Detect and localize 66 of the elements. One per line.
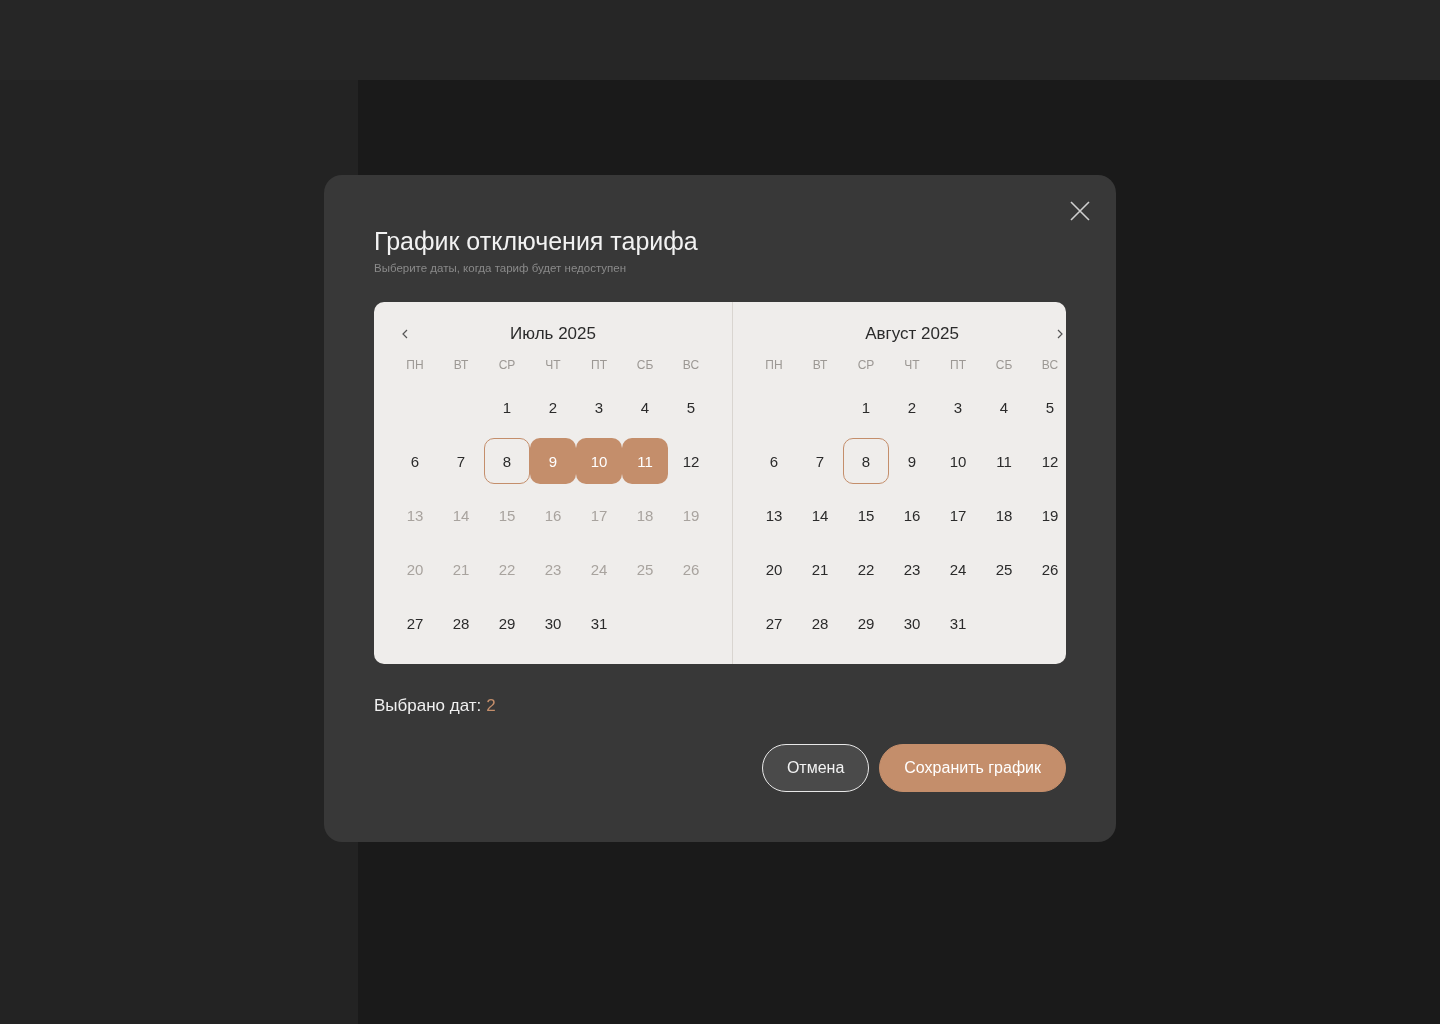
cancel-button[interactable]: Отмена: [761, 744, 870, 792]
calendar-day[interactable]: 11: [981, 438, 1027, 484]
weekday-label: ЧТ: [544, 358, 562, 372]
calendar-day[interactable]: 14: [797, 492, 843, 538]
calendar-day[interactable]: 26: [1027, 546, 1073, 592]
calendar-day[interactable]: 19: [1027, 492, 1073, 538]
selected-count: 2: [486, 696, 496, 716]
calendar-day[interactable]: 5: [1027, 384, 1073, 430]
weekday-label: ВС: [1040, 358, 1060, 372]
calendar-day[interactable]: 28: [438, 600, 484, 646]
calendar-day[interactable]: 30: [889, 600, 935, 646]
calendar-day[interactable]: 4: [981, 384, 1027, 430]
calendar-day[interactable]: 31: [576, 600, 622, 646]
weekday-label: ПТ: [949, 358, 967, 372]
calendar-day[interactable]: 6: [751, 438, 797, 484]
calendar-day[interactable]: 29: [484, 600, 530, 646]
weekday-label: СР: [856, 358, 876, 372]
calendar-day[interactable]: 24: [935, 546, 981, 592]
calendar-day[interactable]: 9: [889, 438, 935, 484]
calendar-day[interactable]: 25: [981, 546, 1027, 592]
calendar-day[interactable]: 27: [751, 600, 797, 646]
calendar-day[interactable]: 27: [392, 600, 438, 646]
calendar-day[interactable]: 10: [935, 438, 981, 484]
calendar-day[interactable]: 30: [530, 600, 576, 646]
calendar-day[interactable]: 22: [843, 546, 889, 592]
weekday-label: ВС: [681, 358, 701, 372]
weekday-label: ПН: [764, 358, 784, 372]
calendar-day[interactable]: 31: [935, 600, 981, 646]
month-title: Июль 2025: [510, 324, 596, 344]
dialog-subtitle: Выберите даты, когда тариф будет недоступен: [374, 262, 628, 274]
calendar-day[interactable]: 21: [797, 546, 843, 592]
calendar-day[interactable]: 28: [797, 600, 843, 646]
calendar-day[interactable]: 18: [981, 492, 1027, 538]
selected-count-label: Выбрано дат:: [374, 696, 482, 716]
calendar-day[interactable]: 4: [622, 384, 668, 430]
calendar-day[interactable]: 23: [889, 546, 935, 592]
calendar-day[interactable]: 15: [843, 492, 889, 538]
calendar-day[interactable]: 3: [576, 384, 622, 430]
weekday-label: СБ: [994, 358, 1014, 372]
calendar-day[interactable]: 1: [484, 384, 530, 430]
weekday-label: ЧТ: [903, 358, 921, 372]
weekday-label: ПТ: [590, 358, 608, 372]
weekday-label: СБ: [635, 358, 655, 372]
calendar-day[interactable]: 12: [1027, 438, 1073, 484]
calendar-day[interactable]: 17: [935, 492, 981, 538]
calendar-day[interactable]: 13: [751, 492, 797, 538]
calendar-day[interactable]: 1: [843, 384, 889, 430]
dialog-title: График отключения тарифа: [374, 227, 699, 256]
weekday-label: СР: [497, 358, 517, 372]
calendar-day[interactable]: 20: [751, 546, 797, 592]
calendar-day[interactable]: 8: [843, 438, 889, 484]
calendar-day[interactable]: 7: [797, 438, 843, 484]
calendar-day[interactable]: 2: [889, 384, 935, 430]
calendar-day[interactable]: 29: [843, 600, 889, 646]
weekday-label: ПН: [405, 358, 425, 372]
calendar-day[interactable]: 12: [668, 438, 714, 484]
calendar-day[interactable]: 3: [935, 384, 981, 430]
calendar-day[interactable]: 6: [392, 438, 438, 484]
calendar-day[interactable]: 2: [530, 384, 576, 430]
calendar-day[interactable]: 16: [889, 492, 935, 538]
calendar-day[interactable]: 5: [668, 384, 714, 430]
weekday-label: ВТ: [811, 358, 829, 372]
calendar-day[interactable]: 7: [438, 438, 484, 484]
close-icon[interactable]: [1070, 201, 1090, 221]
month-title: Август 2025: [865, 324, 959, 344]
weekday-label: ВТ: [452, 358, 470, 372]
